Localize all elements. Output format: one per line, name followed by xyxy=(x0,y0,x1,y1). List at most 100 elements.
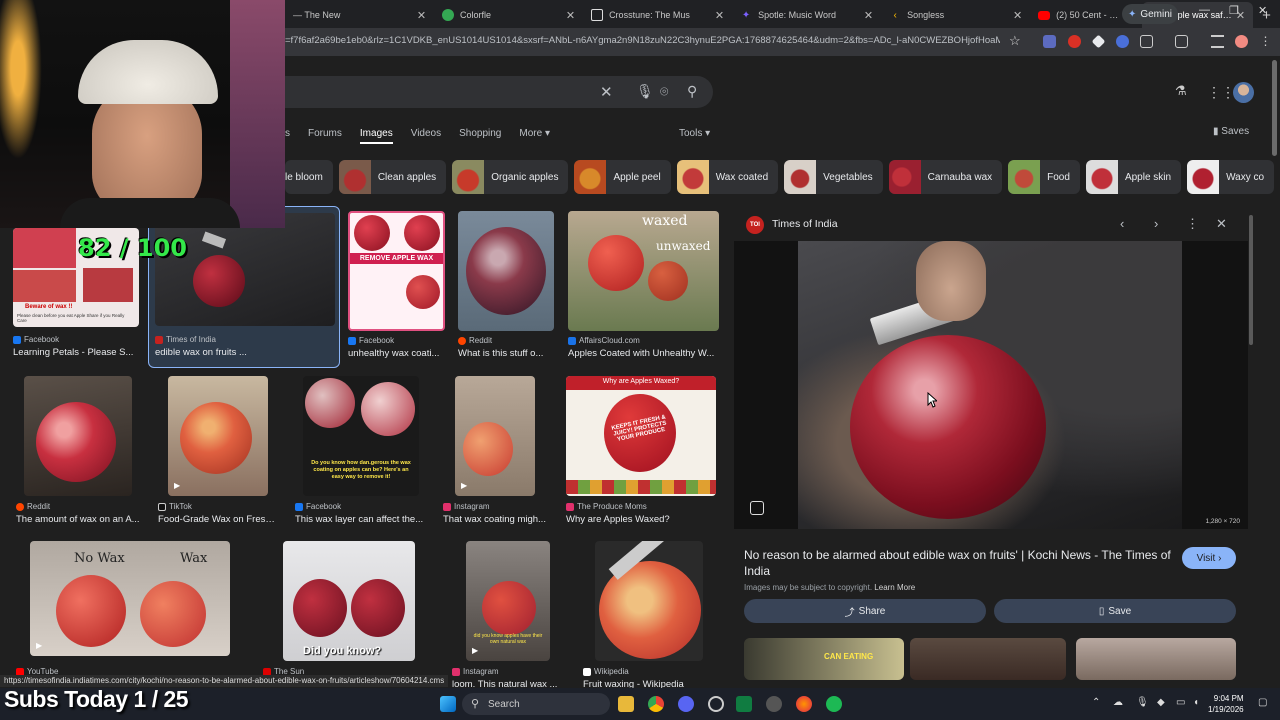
chip-organic-apples[interactable]: Organic apples xyxy=(452,160,569,194)
close-icon[interactable]: ✕ xyxy=(1216,216,1227,232)
file-explorer-icon[interactable] xyxy=(618,696,634,712)
close-icon[interactable]: ✕ xyxy=(1013,9,1022,22)
result-title[interactable]: What is this stuff o... xyxy=(458,348,554,359)
chip-apple-peel[interactable]: Apple peel xyxy=(574,160,671,194)
panel-scrollbar[interactable] xyxy=(1249,215,1253,345)
extension-icon[interactable] xyxy=(1043,35,1056,48)
chrome-icon[interactable] xyxy=(648,696,664,712)
close-icon[interactable]: ✕ xyxy=(417,9,426,22)
result-title[interactable]: unhealthy wax coati... xyxy=(348,348,445,359)
cast-icon[interactable] xyxy=(1175,35,1188,48)
result-title[interactable]: Apples Coated with Unhealthy W... xyxy=(568,348,716,359)
maximize-icon[interactable]: ❐ xyxy=(1229,4,1239,17)
microphone-icon[interactable]: 🎙 xyxy=(1136,697,1149,708)
chevron-left-icon[interactable]: ‹ xyxy=(1120,216,1124,231)
chip-apple-skin[interactable]: Apple skin xyxy=(1085,160,1182,194)
chip-clean-apples[interactable]: Clean apples xyxy=(338,160,447,194)
app-icon[interactable] xyxy=(766,696,782,712)
bookmark-star-icon[interactable]: ☆ xyxy=(1009,33,1021,49)
search-input[interactable]: ✕ 🎙 ⌾ ⚲ xyxy=(285,76,713,108)
tab-forums[interactable]: Forums xyxy=(308,128,342,144)
result-card[interactable]: Wikipedia Fruit waxing - Wikipedia xyxy=(583,541,713,690)
result-title[interactable]: Food-Grade Wax on Fresh... xyxy=(158,514,278,525)
page-scrollbar[interactable] xyxy=(1272,60,1277,156)
tab-3[interactable]: ✦ Spotle: Music Word ✕ xyxy=(732,2,881,28)
tab-videos[interactable]: Videos xyxy=(411,128,441,144)
network-icon[interactable]: ▭ xyxy=(1176,697,1185,708)
result-card[interactable]: ▶ TikTok Food-Grade Wax on Fresh... xyxy=(158,376,278,528)
extension-icon[interactable] xyxy=(1116,35,1129,48)
close-icon[interactable]: ✕ xyxy=(864,9,873,22)
result-card[interactable]: Reddit The amount of wax on an A... xyxy=(16,376,141,528)
share-button[interactable]: ⤴ Share xyxy=(744,599,986,623)
tab-truncated[interactable]: s xyxy=(285,128,290,144)
result-card[interactable]: Did you know? The Sun xyxy=(263,541,433,681)
notification-bell-icon[interactable]: ▢ xyxy=(1258,697,1267,708)
shield-icon[interactable]: ◆ xyxy=(1157,697,1165,708)
gemini-button[interactable]: ✦ Gemini xyxy=(1122,4,1178,24)
microphone-icon[interactable]: 🎙 xyxy=(636,83,654,100)
apps-grid-icon[interactable]: ⋮⋮ xyxy=(1207,84,1235,101)
tab-4[interactable]: ‹ Songless ✕ xyxy=(881,2,1030,28)
labs-flask-icon[interactable]: ⚗ xyxy=(1175,83,1187,99)
learn-more-link[interactable]: Learn More xyxy=(874,583,915,592)
search-icon[interactable]: ⚲ xyxy=(687,83,697,100)
chevron-up-icon[interactable]: ⌃ xyxy=(1092,697,1100,708)
system-clock[interactable]: 9:04 PM 1/19/2026 xyxy=(1208,693,1244,715)
minimize-icon[interactable]: — xyxy=(1199,4,1210,16)
result-card[interactable]: Do you know how dan.gerous the wax coati… xyxy=(295,376,430,528)
visit-button[interactable]: Visit › xyxy=(1182,547,1236,569)
obs-icon[interactable] xyxy=(708,696,724,712)
close-icon[interactable]: ✕ xyxy=(715,9,724,22)
close-icon[interactable]: ✕ xyxy=(566,9,575,22)
tab-shopping[interactable]: Shopping xyxy=(459,128,501,144)
tab-1[interactable]: Colorfle ✕ xyxy=(434,2,583,28)
preview-source[interactable]: Times of India xyxy=(772,218,838,230)
windows-start-icon[interactable] xyxy=(440,696,456,712)
volume-icon[interactable]: ◖ xyxy=(1193,697,1199,708)
result-title[interactable]: That wax coating migh... xyxy=(443,514,553,525)
menu-kebab-icon[interactable]: ⋮ xyxy=(1259,35,1272,48)
firefox-icon[interactable] xyxy=(796,696,812,712)
spotify-icon[interactable] xyxy=(826,696,842,712)
tab-search-icon[interactable] xyxy=(1211,35,1224,48)
taskbar-search[interactable]: ⚲ Search xyxy=(462,693,610,715)
avatar[interactable] xyxy=(1233,82,1254,103)
preview-title[interactable]: No reason to be alarmed about edible wax… xyxy=(744,547,1174,579)
result-card[interactable]: ▶ Instagram That wax coating migh... xyxy=(443,376,553,528)
address-bar[interactable]: =f7f6af2a69be1eb0&rlz=1C1VDKB_enUS1014US… xyxy=(285,35,1000,46)
profile-icon[interactable] xyxy=(1235,35,1248,48)
chip-wax-coated[interactable]: Wax coated xyxy=(676,160,779,194)
result-card[interactable]: No Wax Wax ▶ YouTube xyxy=(16,541,238,681)
tab-2[interactable]: Crosstune: The Mus ✕ xyxy=(583,2,732,28)
result-card[interactable]: REMOVE APPLE WAX Facebook unhealthy wax … xyxy=(348,211,445,363)
excel-icon[interactable] xyxy=(736,696,752,712)
result-title[interactable]: edible wax on fruits ... xyxy=(155,347,331,358)
result-card[interactable]: waxed unwaxed AffairsCloud.com Apples Co… xyxy=(568,211,719,363)
save-button[interactable]: ▯ Save xyxy=(994,599,1236,623)
result-title[interactable]: Learning Petals - Please S... xyxy=(13,347,139,358)
chip-le-bloom[interactable]: le bloom xyxy=(285,160,333,194)
more-options-icon[interactable]: ⋮ xyxy=(1186,216,1199,232)
result-title[interactable]: Why are Apples Waxed? xyxy=(566,514,716,525)
result-card[interactable]: Reddit What is this stuff o... xyxy=(458,211,554,363)
related-image[interactable] xyxy=(1076,638,1236,680)
chevron-right-icon[interactable]: › xyxy=(1154,216,1158,231)
result-card[interactable]: did you know apples have their own natur… xyxy=(452,541,562,690)
cloud-icon[interactable]: ☁ xyxy=(1113,697,1123,708)
tools-button[interactable]: Tools ▾ xyxy=(679,128,710,139)
camera-lens-icon[interactable]: ⌾ xyxy=(660,83,668,100)
lens-search-icon[interactable] xyxy=(750,501,764,515)
puzzle-icon[interactable] xyxy=(1140,35,1153,48)
discord-icon[interactable] xyxy=(678,696,694,712)
result-card[interactable]: Why are Apples Waxed? KEEPS IT FRESH & J… xyxy=(566,376,718,528)
chip-vegetables[interactable]: Vegetables xyxy=(784,160,883,194)
clear-icon[interactable]: ✕ xyxy=(600,83,613,101)
extension-icon[interactable] xyxy=(1091,34,1106,49)
related-image[interactable]: CAN EATING xyxy=(744,638,904,680)
chip-carnauba-wax[interactable]: Carnauba wax xyxy=(888,160,1003,194)
tab-images[interactable]: Images xyxy=(359,128,393,144)
close-window-icon[interactable]: ✕ xyxy=(1258,4,1267,17)
result-title[interactable]: The amount of wax on an A... xyxy=(16,514,141,525)
chip-food[interactable]: Food xyxy=(1008,160,1080,194)
